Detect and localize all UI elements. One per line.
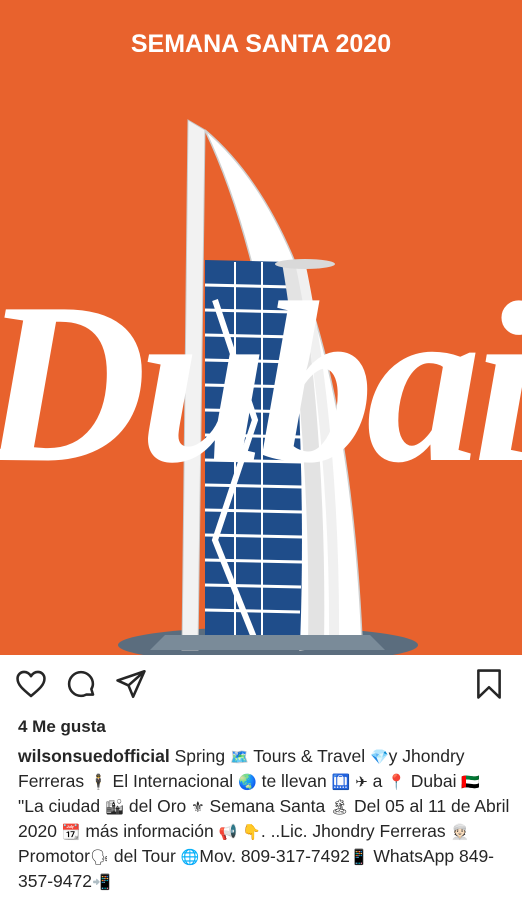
uae-flag-emoji-icon: 🇦🇪 bbox=[461, 773, 481, 791]
post-script-word: Dubai bbox=[0, 255, 522, 510]
airplane-emoji-icon: ✈ bbox=[355, 773, 368, 791]
caption-text: te llevan bbox=[256, 771, 332, 791]
turban-man-emoji-icon: 👳🏻 bbox=[450, 823, 470, 841]
luggage-emoji-icon: 🛄 bbox=[331, 773, 351, 791]
bookmark-icon[interactable] bbox=[472, 667, 506, 701]
caption-text: más información bbox=[80, 821, 219, 841]
cityscape-emoji-icon: 🏙 bbox=[104, 798, 125, 816]
share-icon[interactable] bbox=[114, 667, 148, 701]
post-action-bar bbox=[0, 655, 522, 713]
island-emoji-icon: 🏝 bbox=[330, 798, 350, 816]
caption-text: Semana Santa bbox=[204, 796, 331, 816]
caption-text: del Tour bbox=[109, 846, 181, 866]
mobile-arrow-emoji-icon: 📲 bbox=[91, 873, 111, 891]
likes-count[interactable]: 4 Me gusta bbox=[18, 717, 106, 737]
caption-text: Dubai bbox=[405, 771, 462, 791]
caption-text: a bbox=[367, 771, 388, 791]
speaking-head-emoji-icon: 🗣 bbox=[89, 848, 110, 866]
gem-emoji-icon: 💎 bbox=[369, 748, 389, 766]
globe-emoji-icon: 🌏 bbox=[238, 773, 257, 791]
calendar-emoji-icon: 📆 bbox=[61, 823, 81, 841]
caption-text: Mov. 809-317-7492 bbox=[199, 846, 350, 866]
caption-username[interactable]: wilsonsuedofficial bbox=[18, 746, 170, 766]
post-headline: SEMANA SANTA 2020 bbox=[131, 30, 391, 58]
caption-text: Tours & Travel bbox=[248, 746, 370, 766]
globe-meridians-emoji-icon: 🌐 bbox=[180, 848, 200, 866]
heart-icon[interactable] bbox=[14, 667, 48, 701]
caption-text: del Oro bbox=[124, 796, 192, 816]
caption-text: El Internacional bbox=[107, 771, 239, 791]
pin-emoji-icon: 📍 bbox=[387, 773, 406, 791]
mobile-phone-emoji-icon: 📱 bbox=[349, 848, 369, 866]
post-image[interactable]: SEMANA SANTA 2020 Dubai bbox=[0, 0, 522, 655]
post-caption: wilsonsuedofficial Spring 🗺️ Tours & Tra… bbox=[18, 744, 510, 894]
fleur-de-lis-emoji-icon: ⚜ bbox=[191, 798, 205, 816]
caption-text: Promotor bbox=[18, 846, 90, 866]
megaphone-emoji-icon: 📢 bbox=[218, 823, 238, 841]
caption-text: Spring bbox=[169, 746, 231, 766]
map-emoji-icon: 🗺️ bbox=[230, 748, 249, 766]
comment-icon[interactable] bbox=[64, 667, 98, 701]
pointing-down-emoji-icon: 👇 bbox=[242, 823, 261, 841]
levitating-man-emoji-icon: 🕴 bbox=[88, 773, 108, 791]
caption-text: . ..Lic. Jhondry Ferreras bbox=[260, 821, 451, 841]
post-image-graphic: SEMANA SANTA 2020 Dubai bbox=[0, 0, 522, 655]
caption-text: "La ciudad bbox=[18, 796, 105, 816]
